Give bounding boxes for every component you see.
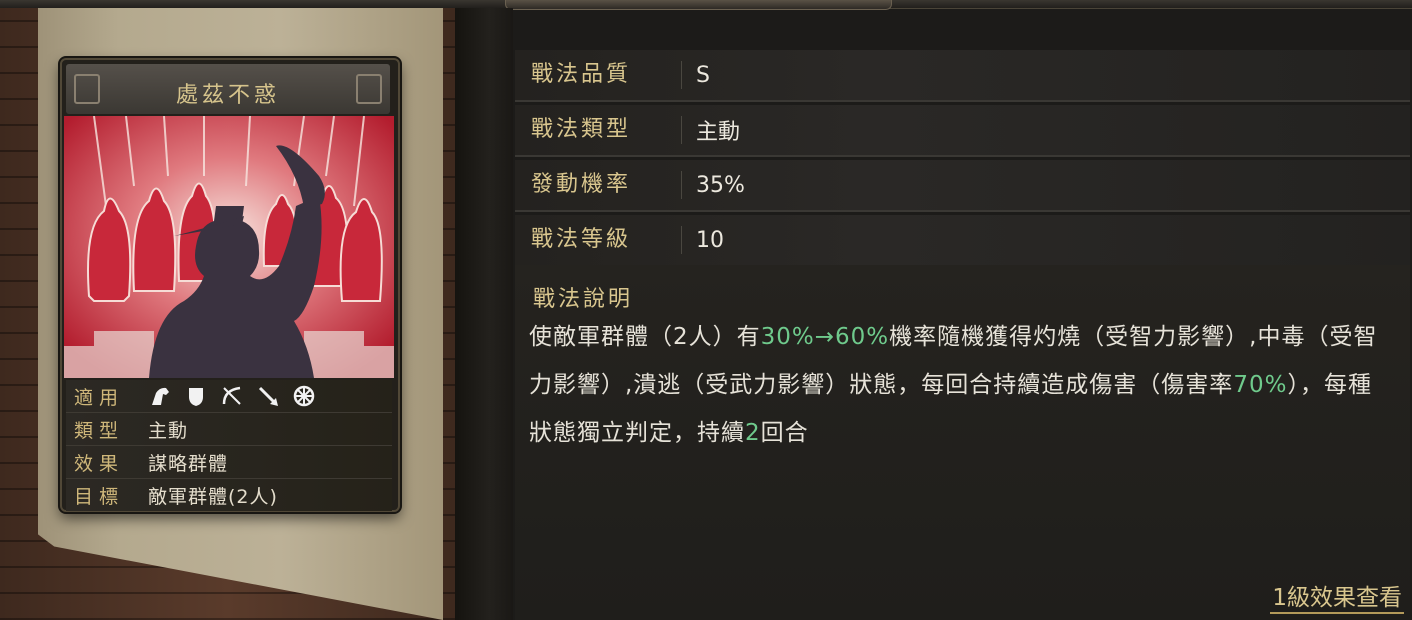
- info-value: 主動: [696, 120, 741, 145]
- card-row-applicable: 適用: [66, 380, 392, 413]
- chariot-wheel-icon: [292, 384, 316, 408]
- tactic-info-table: 戰法品質 S 戰法類型 主動 發動機率 35% 戰法等級 10: [515, 50, 1410, 270]
- description-text: 回合: [760, 420, 809, 446]
- info-label: 戰法等級: [515, 226, 682, 254]
- info-value: S: [696, 62, 710, 88]
- info-row-type: 戰法類型 主動: [515, 105, 1410, 157]
- bow-icon: [220, 384, 244, 408]
- info-label: 戰法品質: [515, 61, 682, 89]
- card-row-key: 類型: [74, 419, 125, 442]
- panel-divider: [455, 8, 513, 620]
- card-row-target: 目標 敵軍群體(2人): [66, 479, 392, 511]
- card-row-key: 目標: [74, 485, 125, 508]
- info-label: 發動機率: [515, 171, 682, 199]
- description-highlight: 2: [745, 420, 761, 446]
- card-row-key: 適用: [74, 386, 125, 409]
- description-text: 使敵軍群體（2人）有: [529, 324, 761, 350]
- tactic-card: 處茲不惑 適用 類型 主動 效果 謀略群體 目標 敵軍群體(2人): [60, 58, 400, 512]
- info-value: 10: [696, 227, 724, 253]
- card-row-key: 效果: [74, 452, 125, 475]
- info-value: 35%: [696, 172, 745, 198]
- top-tab: [505, 0, 892, 10]
- card-title: 處茲不惑: [175, 83, 280, 108]
- cavalry-icon: [148, 384, 172, 408]
- level-effect-link[interactable]: 1級效果查看: [1270, 578, 1404, 614]
- card-row-value: 敵軍群體(2人): [148, 485, 278, 508]
- card-row-value: 謀略群體: [148, 452, 229, 475]
- card-row-effect: 效果 謀略群體: [66, 446, 392, 479]
- description-body: 使敵軍群體（2人）有30%→60%機率隨機獲得灼燒（受智力影響）,中毒（受智力影…: [529, 313, 1389, 457]
- description-highlight: 30%→60%: [760, 324, 890, 350]
- info-row-level: 戰法等級 10: [515, 215, 1410, 267]
- description-highlight: 70%: [1233, 372, 1288, 398]
- strategist-silhouette-art: [64, 116, 394, 378]
- info-row-quality: 戰法品質 S: [515, 50, 1410, 102]
- card-row-type: 類型 主動: [66, 413, 392, 446]
- card-title-bar: 處茲不惑: [66, 64, 390, 114]
- card-attributes: 適用 類型 主動 效果 謀略群體 目標 敵軍群體(2人): [66, 380, 392, 511]
- shield-icon: [184, 384, 208, 408]
- card-artwork: [64, 116, 394, 378]
- card-row-value: 主動: [148, 419, 189, 442]
- unit-type-icons: [148, 384, 316, 408]
- spear-icon: [256, 384, 280, 408]
- info-row-rate: 發動機率 35%: [515, 160, 1410, 212]
- tactic-description: 戰法說明 使敵軍群體（2人）有30%→60%機率隨機獲得灼燒（受智力影響）,中毒…: [515, 265, 1410, 620]
- description-title: 戰法說明: [533, 287, 634, 312]
- info-label: 戰法類型: [515, 116, 682, 144]
